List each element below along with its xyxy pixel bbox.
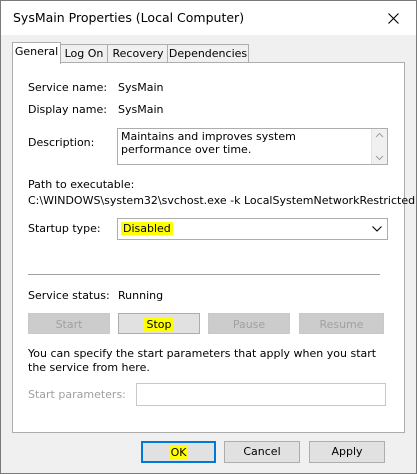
- ok-button-label: OK: [168, 446, 189, 459]
- tab-dependencies[interactable]: Dependencies: [167, 44, 249, 63]
- resume-button[interactable]: Resume: [299, 313, 384, 334]
- scroll-up-icon[interactable]: [375, 132, 384, 138]
- tab-log-on-label: Log On: [64, 47, 104, 60]
- close-button[interactable]: [370, 1, 416, 35]
- tab-general[interactable]: General: [12, 42, 61, 64]
- display-name-label: Display name:: [28, 103, 107, 116]
- resume-button-label: Resume: [319, 318, 364, 331]
- description-field[interactable]: Maintains and improves system performanc…: [117, 128, 388, 165]
- service-status-label: Service status:: [28, 289, 110, 302]
- path-label: Path to executable:: [28, 178, 135, 191]
- window-title: SysMain Properties (Local Computer): [13, 10, 245, 25]
- stop-button[interactable]: Stop: [118, 313, 200, 334]
- scroll-down-icon[interactable]: [375, 155, 384, 161]
- description-label: Description:: [28, 136, 95, 149]
- pause-button[interactable]: Pause: [208, 313, 290, 334]
- tab-recovery-label: Recovery: [112, 47, 164, 60]
- stop-button-label: Stop: [144, 318, 174, 331]
- properties-dialog: SysMain Properties (Local Computer) Gene…: [0, 0, 417, 474]
- start-parameters-note: You can specify the start parameters tha…: [28, 347, 377, 374]
- title-bar[interactable]: SysMain Properties (Local Computer): [1, 1, 416, 35]
- start-button[interactable]: Start: [28, 313, 110, 334]
- startup-type-label: Startup type:: [28, 222, 101, 235]
- cancel-button[interactable]: Cancel: [224, 441, 300, 463]
- service-status-value: Running: [118, 289, 164, 302]
- apply-button-label: Apply: [331, 445, 363, 458]
- start-parameters-label: Start parameters:: [28, 388, 126, 401]
- cancel-button-label: Cancel: [243, 445, 281, 458]
- start-button-label: Start: [55, 318, 83, 331]
- pause-button-label: Pause: [232, 318, 266, 331]
- display-name-value: SysMain: [118, 103, 164, 116]
- general-tab-panel: Service name: SysMain Display name: SysM…: [12, 62, 417, 433]
- apply-button[interactable]: Apply: [309, 441, 385, 463]
- chevron-down-icon: [372, 226, 382, 232]
- description-scrollbar[interactable]: [371, 129, 387, 164]
- section-divider: [28, 274, 380, 276]
- close-icon: [387, 12, 399, 24]
- path-value: C:\WINDOWS\system32\svchost.exe -k Local…: [28, 194, 417, 207]
- ok-button[interactable]: OK: [141, 441, 216, 463]
- tab-dependencies-label: Dependencies: [168, 47, 248, 60]
- startup-type-select[interactable]: Disabled: [117, 218, 388, 240]
- start-parameters-input[interactable]: [136, 383, 386, 406]
- service-name-value: SysMain: [118, 81, 164, 94]
- tab-recovery[interactable]: Recovery: [107, 44, 169, 63]
- description-text: Maintains and improves system performanc…: [121, 130, 296, 156]
- tab-log-on[interactable]: Log On: [59, 44, 109, 63]
- tab-general-label: General: [14, 45, 59, 58]
- service-name-label: Service name:: [28, 81, 108, 94]
- startup-type-value: Disabled: [121, 222, 173, 235]
